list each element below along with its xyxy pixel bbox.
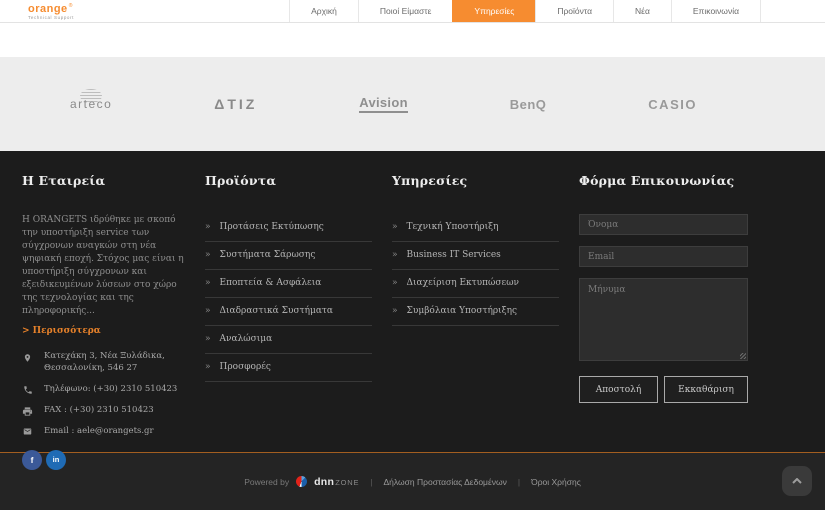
read-more-link[interactable]: > Περισσότερα bbox=[22, 326, 101, 336]
nav-item-news[interactable]: Νέα bbox=[613, 0, 671, 22]
list-item: » Προσφορές bbox=[205, 354, 372, 382]
page: orange ® Technical Support Αρχική Ποιοί … bbox=[0, 0, 825, 510]
brand-logo-benq: BenQ bbox=[509, 96, 547, 112]
brand-logo-avision: Avision bbox=[359, 95, 408, 113]
product-link[interactable]: Εποπτεία & Ασφάλεια bbox=[220, 278, 322, 288]
terms-of-use-link[interactable]: Όροι Χρήσης bbox=[531, 477, 581, 487]
email-input[interactable] bbox=[579, 246, 748, 267]
brand-logos-strip: arteco ΔTIZ Avision BenQ CASIO bbox=[0, 57, 825, 151]
double-chevron-icon: » bbox=[205, 333, 211, 344]
list-item: » Συστήματα Σάρωσης bbox=[205, 242, 372, 270]
double-chevron-icon: » bbox=[392, 249, 398, 260]
footer-products-column: Προϊόντα » Προτάσεις Εκτύπωσης » Συστήματα… bbox=[205, 173, 372, 470]
product-link[interactable]: Προσφορές bbox=[220, 362, 271, 372]
list-item: » Τεχνική Υποστήριξη bbox=[392, 214, 559, 242]
product-link[interactable]: Διαδραστικά Συστήματα bbox=[220, 306, 333, 316]
list-item: » Διαδραστικά Συστήματα bbox=[205, 298, 372, 326]
footer-contact-form-column: Φόρμα Επικοινωνίας Αποστολή Εκκαθάριση bbox=[579, 173, 748, 470]
double-chevron-icon: » bbox=[205, 305, 211, 316]
product-link[interactable]: Συστήματα Σάρωσης bbox=[220, 250, 316, 260]
separator: | bbox=[370, 476, 373, 487]
site-header: orange ® Technical Support Αρχική Ποιοί … bbox=[0, 0, 825, 23]
address-text: Κατεχάκη 3, Νέα Ξυλάδικα, Θεσσαλονίκη, 5… bbox=[44, 351, 165, 374]
dnnzone-wordmark[interactable]: dnn ZONE bbox=[314, 476, 359, 488]
registered-mark-icon: ® bbox=[68, 2, 73, 9]
footer: Η Εταιρεία Η ORANGETS ιδρύθηκε με σκοπό … bbox=[0, 151, 825, 470]
main-nav: Αρχική Ποιοί Είμαστε Υπηρεσίες Προϊόντα … bbox=[289, 0, 761, 22]
phone-icon bbox=[22, 384, 33, 395]
double-chevron-icon: » bbox=[205, 249, 211, 260]
linkedin-icon[interactable]: in bbox=[46, 449, 66, 470]
footer-company-column: Η Εταιρεία Η ORANGETS ιδρύθηκε με σκοπό … bbox=[22, 173, 185, 470]
scroll-to-top-button[interactable] bbox=[782, 466, 812, 496]
logo-tagline: Technical Support bbox=[28, 14, 74, 20]
powered-by-text: Powered by bbox=[244, 476, 290, 487]
fax-text: FAX : (+30) 2310 510423 bbox=[44, 405, 154, 416]
dnn-logo-icon bbox=[296, 476, 308, 487]
double-chevron-icon: » bbox=[392, 221, 398, 232]
name-input[interactable] bbox=[579, 214, 748, 235]
nav-item-services[interactable]: Υπηρεσίες bbox=[452, 0, 536, 22]
nav-item-who-we-are[interactable]: Ποιοί Είμαστε bbox=[357, 0, 453, 22]
message-textarea[interactable] bbox=[579, 278, 748, 361]
clear-button[interactable]: Εκκαθάριση bbox=[664, 376, 748, 403]
footer-services-column: Υπηρεσίες » Τεχνική Υποστήριξη » Business … bbox=[392, 173, 559, 470]
chevron-up-icon bbox=[792, 478, 802, 484]
double-chevron-icon: » bbox=[392, 305, 398, 316]
map-pin-icon bbox=[22, 351, 33, 364]
email-text: Email : aele@orangets.gr bbox=[44, 426, 154, 437]
products-link-list: » Προτάσεις Εκτύπωσης » Συστήματα Σάρωσης … bbox=[205, 214, 372, 382]
list-item: » Προτάσεις Εκτύπωσης bbox=[205, 214, 372, 242]
privacy-statement-link[interactable]: Δήλωση Προστασίας Δεδομένων bbox=[384, 477, 507, 487]
product-link[interactable]: Προτάσεις Εκτύπωσης bbox=[220, 222, 324, 232]
service-link[interactable]: Τεχνική Υποστήριξη bbox=[407, 222, 499, 232]
separator: | bbox=[517, 476, 521, 487]
logo-brand-text: orange bbox=[28, 2, 68, 15]
double-chevron-icon: » bbox=[392, 277, 398, 288]
submit-button[interactable]: Αποστολή bbox=[579, 376, 659, 403]
services-title: Υπηρεσίες bbox=[392, 173, 468, 188]
list-item: » Εποπτεία & Ασφάλεια bbox=[205, 270, 372, 298]
product-link[interactable]: Αναλώσιμα bbox=[220, 334, 273, 344]
facebook-icon[interactable]: f bbox=[22, 449, 42, 470]
email-row: Email : aele@orangets.gr bbox=[22, 426, 185, 438]
nav-item-products[interactable]: Προϊόντα bbox=[535, 0, 613, 22]
brand-logo-atiz: ΔTIZ bbox=[214, 96, 258, 112]
phone-text: Τηλέφωνο: (+30) 2310 510423 bbox=[44, 384, 178, 395]
address-row: Κατεχάκη 3, Νέα Ξυλάδικα, Θεσσαλονίκη, 5… bbox=[22, 351, 185, 375]
envelope-icon bbox=[22, 426, 33, 436]
brand-logo-arteco: arteco bbox=[70, 89, 112, 111]
list-item: » Συμβόλαια Υποστήριξης bbox=[392, 298, 559, 326]
nav-item-home[interactable]: Αρχική bbox=[289, 0, 358, 22]
list-item: » Business IT Services bbox=[392, 242, 559, 270]
products-title: Προϊόντα bbox=[205, 173, 277, 188]
contact-info-list: Κατεχάκη 3, Νέα Ξυλάδικα, Θεσσαλονίκη, 5… bbox=[22, 351, 185, 438]
fax-row: FAX : (+30) 2310 510423 bbox=[22, 405, 185, 417]
double-chevron-icon: » bbox=[205, 361, 211, 372]
social-links: f in bbox=[22, 449, 185, 470]
double-chevron-icon: » bbox=[205, 221, 211, 232]
fax-icon bbox=[22, 405, 33, 417]
phone-row: Τηλέφωνο: (+30) 2310 510423 bbox=[22, 384, 185, 396]
site-logo[interactable]: orange ® Technical Support bbox=[28, 0, 74, 22]
contact-form-title: Φόρμα Επικοινωνίας bbox=[579, 173, 735, 188]
nav-item-contact[interactable]: Επικοινωνία bbox=[670, 0, 761, 22]
services-link-list: » Τεχνική Υποστήριξη » Business IT Service… bbox=[392, 214, 559, 326]
list-item: » Αναλώσιμα bbox=[205, 326, 372, 354]
company-title: Η Εταιρεία bbox=[22, 173, 106, 188]
service-link[interactable]: Διαχείριση Εκτυπώσεων bbox=[407, 278, 519, 288]
brand-logo-casio: CASIO bbox=[648, 96, 697, 112]
service-link[interactable]: Business IT Services bbox=[407, 250, 501, 260]
double-chevron-icon: » bbox=[205, 277, 211, 288]
service-link[interactable]: Συμβόλαια Υποστήριξης bbox=[407, 306, 518, 316]
list-item: » Διαχείριση Εκτυπώσεων bbox=[392, 270, 559, 298]
company-description: Η ORANGETS ιδρύθηκε με σκοπό την υποστήρ… bbox=[22, 215, 184, 317]
